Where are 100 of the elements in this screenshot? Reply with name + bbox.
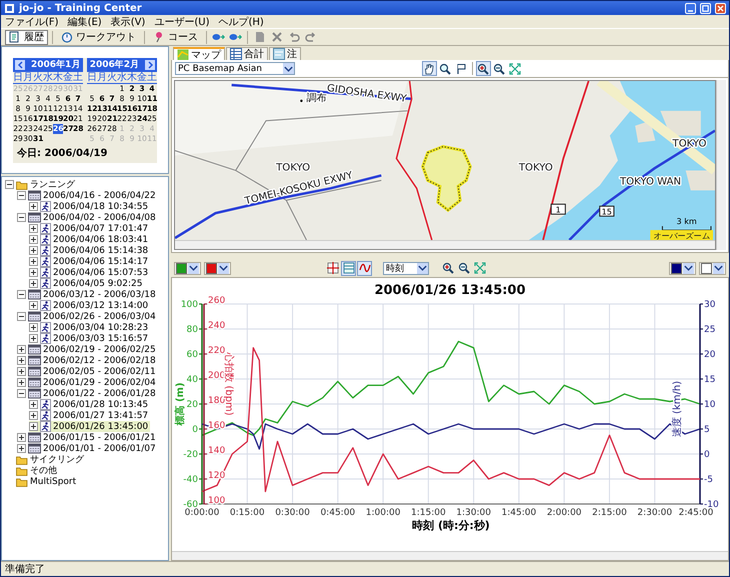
- previous-month-button[interactable]: [15, 60, 25, 70]
- expand-icon[interactable]: [29, 268, 38, 277]
- tree-item[interactable]: 2006/01/01 - 2006/01/07: [17, 443, 158, 454]
- menu-item[interactable]: ヘルプ(H): [218, 14, 264, 28]
- expand-icon[interactable]: [29, 279, 38, 288]
- collapse-icon[interactable]: [5, 180, 14, 189]
- expand-icon[interactable]: [29, 411, 38, 420]
- tick-label: 220: [208, 346, 226, 356]
- tick-label: -5: [704, 475, 713, 485]
- color-picker[interactable]: [669, 262, 696, 274]
- tree-item[interactable]: 2006/01/26 13:45:00: [29, 421, 150, 432]
- tick-label: 0:45:00: [320, 508, 356, 518]
- view-button[interactable]: 履歴: [5, 30, 48, 44]
- menu-item[interactable]: 表示(V): [110, 14, 146, 28]
- tree-item[interactable]: 2006/04/07 17:01:47: [29, 223, 150, 234]
- today-label[interactable]: 今日: 2006/04/19: [13, 144, 157, 160]
- collapse-icon[interactable]: [17, 290, 26, 299]
- calendar-icon: [28, 289, 41, 300]
- expand-icon[interactable]: [17, 444, 26, 453]
- grid-tool-button[interactable]: [341, 260, 356, 276]
- hand-tool-button[interactable]: [422, 61, 437, 76]
- tab[interactable]: マップ: [173, 47, 225, 60]
- expand-icon[interactable]: [17, 356, 26, 365]
- basemap-dropdown[interactable]: PC Basemap Asian: [175, 62, 295, 75]
- weekday-label: 月: [23, 72, 33, 84]
- tree-item[interactable]: 2006/02/12 - 2006/02/18: [17, 355, 158, 366]
- crosshair-tool-button[interactable]: [325, 260, 340, 276]
- expand-icon[interactable]: [29, 323, 38, 332]
- close-button[interactable]: [715, 2, 726, 14]
- color-picker[interactable]: [174, 262, 201, 274]
- tree-item[interactable]: 2006/02/19 - 2006/02/25: [17, 344, 158, 355]
- tree-item[interactable]: 2006/03/12 - 2006/03/18: [17, 289, 158, 300]
- expand-icon[interactable]: [29, 422, 38, 431]
- expand-icon[interactable]: [29, 257, 38, 266]
- window-title: jo-jo - Training Center: [19, 2, 142, 14]
- menu-item[interactable]: ファイル(F): [5, 14, 59, 28]
- collapse-icon[interactable]: [17, 312, 26, 321]
- tree-item[interactable]: 2006/03/12 13:14:00: [29, 300, 150, 311]
- next-month-button[interactable]: [145, 60, 155, 70]
- vertical-scrollbar[interactable]: [716, 80, 726, 250]
- expand-icon[interactable]: [29, 334, 38, 343]
- horizontal-scrollbar[interactable]: [172, 551, 728, 560]
- tree-item[interactable]: 2006/01/29 - 2006/02/04: [17, 377, 158, 388]
- axis-title: 時刻 (時:分:秒): [412, 519, 490, 532]
- tree-item[interactable]: 2006/01/27 13:41:57: [29, 410, 150, 421]
- menu-item[interactable]: 編集(E): [68, 14, 102, 28]
- tree-item[interactable]: 2006/04/06 15:14:38: [29, 245, 150, 256]
- redo-button[interactable]: [303, 30, 318, 44]
- tree-item[interactable]: サイクリング: [5, 454, 86, 465]
- zoom-in-tool-button[interactable]: [476, 61, 491, 76]
- tree-item[interactable]: 2006/03/03 15:16:57: [29, 333, 150, 344]
- tree-item[interactable]: 2006/03/04 10:28:23: [29, 322, 150, 333]
- horizontal-scrollbar[interactable]: [175, 240, 715, 249]
- maximize-button[interactable]: [700, 2, 711, 14]
- tick-label: 1:00:00: [366, 508, 400, 518]
- view-button[interactable]: ワークアウト: [57, 30, 140, 44]
- x-axis-dropdown[interactable]: 時刻: [383, 262, 429, 274]
- expand-icon[interactable]: [17, 345, 26, 354]
- tree-item[interactable]: 2006/02/05 - 2006/02/11: [17, 366, 158, 377]
- tree-item[interactable]: 2006/04/02 - 2006/04/08: [17, 212, 158, 223]
- tree-item[interactable]: 2006/01/22 - 2006/01/28: [17, 388, 158, 399]
- zoom-out-tool-button[interactable]: [492, 61, 507, 76]
- color-picker[interactable]: [699, 262, 726, 274]
- menu-item[interactable]: ユーザー(U): [154, 14, 210, 28]
- search-tool-button[interactable]: [438, 61, 453, 76]
- tree-item[interactable]: 2006/04/16 - 2006/04/22: [17, 190, 158, 201]
- expand-icon[interactable]: [29, 202, 38, 211]
- tree-item[interactable]: ランニング: [5, 179, 77, 190]
- expand-icon[interactable]: [29, 301, 38, 310]
- expand-icon[interactable]: [29, 224, 38, 233]
- expand-icon[interactable]: [17, 367, 26, 376]
- collapse-icon[interactable]: [17, 191, 26, 200]
- expand-icon[interactable]: [29, 246, 38, 255]
- view-button[interactable]: コース: [149, 30, 202, 44]
- tree-item[interactable]: 2006/04/06 15:14:17: [29, 256, 150, 267]
- expand-icon[interactable]: [29, 400, 38, 409]
- minimize-button[interactable]: [685, 2, 696, 14]
- tree-item[interactable]: MultiSport: [5, 476, 78, 487]
- tree-item[interactable]: 2006/01/28 10:13:45: [29, 399, 150, 410]
- expand-icon[interactable]: [17, 433, 26, 442]
- tree-item[interactable]: 2006/04/06 15:07:53: [29, 267, 150, 278]
- weekday-label: 水: [43, 72, 53, 84]
- color-picker[interactable]: [204, 262, 231, 274]
- expand-icon[interactable]: [17, 378, 26, 387]
- tree-item[interactable]: 2006/04/18 10:34:55: [29, 201, 150, 212]
- zoom-in-tool-button[interactable]: [440, 260, 455, 276]
- collapse-icon[interactable]: [17, 213, 26, 222]
- tab[interactable]: 注: [269, 47, 301, 60]
- tree-item[interactable]: 2006/04/05 9:02:25: [29, 278, 144, 289]
- tree-item[interactable]: その他: [5, 465, 59, 476]
- collapse-icon[interactable]: [17, 389, 26, 398]
- expand-icon[interactable]: [29, 235, 38, 244]
- tick-label: 2:15:00: [592, 508, 627, 518]
- tree-item[interactable]: 2006/01/15 - 2006/01/21: [17, 432, 158, 443]
- history-icon: [9, 31, 21, 43]
- tree-item[interactable]: 2006/02/26 - 2006/03/04: [17, 311, 158, 322]
- tab[interactable]: 合計: [226, 47, 268, 60]
- zoom-out-tool-button[interactable]: [456, 260, 471, 276]
- tree-item[interactable]: 2006/04/06 18:03:41: [29, 234, 150, 245]
- wave-tool-button[interactable]: [357, 260, 372, 276]
